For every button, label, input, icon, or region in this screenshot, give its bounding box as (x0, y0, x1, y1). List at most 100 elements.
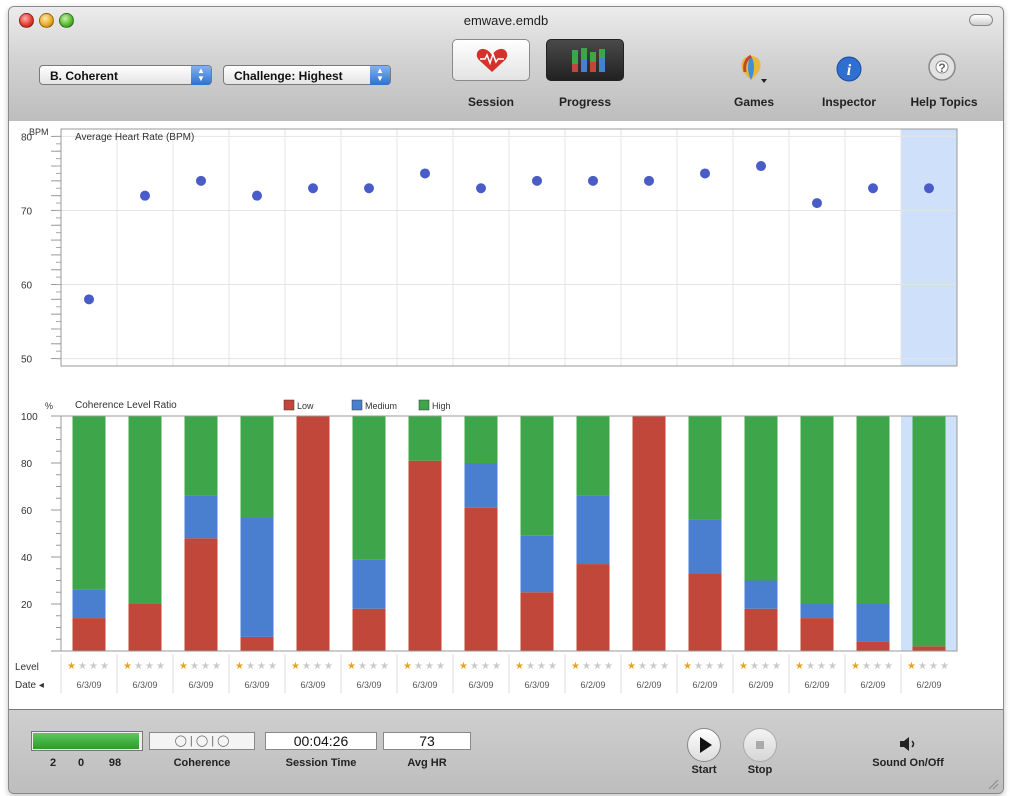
coh-bar-high (744, 416, 778, 581)
date-label: 6/2/09 (804, 680, 829, 690)
hr-unit-label: BPM (29, 127, 49, 137)
date-row-label: Date ◂ (15, 680, 44, 691)
start-button[interactable] (687, 728, 721, 762)
level-star: ★ (436, 661, 445, 672)
coh-bar-low (520, 592, 554, 651)
help-lifebuoy-icon[interactable]: ? (927, 52, 959, 84)
toolbar: emwave.emdb B. Coherent ▲ ▼ Challenge: Hi… (9, 7, 1003, 122)
coh-bar-low (576, 564, 610, 651)
hr-y-tick-label: 70 (21, 206, 33, 217)
level-star: ★ (750, 661, 759, 672)
level-star: ★ (481, 661, 490, 672)
hr-data-point (476, 183, 486, 194)
level-star: ★ (582, 661, 591, 672)
challenge-select[interactable]: Challenge: Highest ▲ ▼ (223, 65, 391, 85)
coh-chart-title: Coherence Level Ratio (75, 400, 177, 411)
toolbar-toggle-button[interactable] (969, 14, 993, 26)
level-star: ★ (100, 661, 109, 672)
date-label: 6/3/09 (412, 680, 437, 690)
level-star: ★ (526, 661, 535, 672)
coh-bar-medium (688, 519, 722, 574)
play-icon (700, 737, 712, 753)
level-star: ★ (492, 661, 501, 672)
games-balloon-icon[interactable] (735, 52, 767, 84)
level-star: ★ (918, 661, 927, 672)
inspector-label: Inspector (821, 95, 876, 109)
coh-bar-high (184, 416, 218, 496)
svg-text:?: ? (938, 61, 945, 75)
level-star: ★ (403, 661, 412, 672)
level-star: ★ (78, 661, 87, 672)
level-star: ★ (537, 661, 546, 672)
coh-bar-medium (72, 589, 106, 619)
hr-data-point (644, 175, 654, 186)
level-star: ★ (190, 661, 199, 672)
heart-icon (476, 48, 508, 72)
hr-chart-title: Average Heart Rate (BPM) (75, 132, 194, 143)
svg-text:i: i (847, 62, 852, 79)
level-star: ★ (201, 661, 210, 672)
level-row-label: Level (15, 662, 39, 673)
progress-button[interactable] (546, 39, 624, 81)
hr-data-point (196, 175, 206, 186)
coh-bar-low (632, 416, 666, 651)
coh-bar-medium (800, 604, 834, 619)
speaker-icon[interactable] (898, 736, 918, 752)
level-star: ★ (302, 661, 311, 672)
select-arrows-icon: ▲ ▼ (370, 66, 390, 85)
level-star: ★ (593, 661, 602, 672)
level-star: ★ (929, 661, 938, 672)
games-label: Games (733, 95, 775, 109)
progress-bars-icon (572, 48, 605, 72)
session-button[interactable] (452, 39, 530, 81)
coh-bar-high (464, 416, 498, 463)
date-label: 6/3/09 (468, 680, 493, 690)
coh-y-tick-label: 20 (21, 600, 33, 611)
date-label: 6/3/09 (356, 680, 381, 690)
resize-grip-icon[interactable] (987, 778, 999, 790)
hr-data-point (756, 161, 766, 172)
level-star: ★ (694, 661, 703, 672)
coh-bar-low (688, 573, 722, 651)
coh-bar-low (744, 608, 778, 651)
level-star: ★ (739, 661, 748, 672)
inspector-info-icon[interactable]: i (835, 55, 867, 87)
date-label: 6/2/09 (916, 680, 941, 690)
level-star: ★ (806, 661, 815, 672)
select-arrows-icon: ▲ ▼ (191, 66, 211, 85)
level-star: ★ (89, 661, 98, 672)
date-label: 6/3/09 (524, 680, 549, 690)
help-topics-label: Help Topics (910, 95, 978, 109)
level-star: ★ (324, 661, 333, 672)
session-time-label: Session Time (285, 757, 357, 769)
coh-bar-medium (184, 495, 218, 539)
hr-data-point (924, 183, 934, 194)
level-star: ★ (660, 661, 669, 672)
date-label: 6/3/09 (244, 680, 269, 690)
level-star: ★ (907, 661, 916, 672)
avg-hr-label: Avg HR (407, 757, 447, 769)
coherence-meter (31, 731, 143, 751)
coh-bar-low (184, 538, 218, 651)
status-bar: 2 0 98 ◯ | ◯ | ◯ Coherence 00:04:26 Sess… (9, 709, 1003, 793)
coh-bar-low (800, 618, 834, 651)
hr-data-point (812, 198, 822, 209)
coh-bar-high (800, 416, 834, 604)
coh-bar-medium (856, 604, 890, 642)
start-label: Start (691, 764, 717, 776)
date-label: 6/3/09 (188, 680, 213, 690)
coh-bar-high (352, 416, 386, 560)
coh-y-tick-label: 60 (21, 506, 33, 517)
date-label: 6/2/09 (748, 680, 773, 690)
stop-icon (756, 741, 764, 749)
coh-bar-high (72, 416, 106, 590)
legend-swatch-low (283, 399, 295, 411)
hr-data-point (868, 183, 878, 194)
level-star: ★ (313, 661, 322, 672)
app-window: emwave.emdb B. Coherent ▲ ▼ Challenge: Hi… (8, 6, 1004, 794)
stop-button[interactable] (743, 728, 777, 762)
level-star: ★ (515, 661, 524, 672)
user-select[interactable]: B. Coherent ▲ ▼ (39, 65, 212, 85)
hr-data-point (588, 175, 598, 186)
level-star: ★ (134, 661, 143, 672)
